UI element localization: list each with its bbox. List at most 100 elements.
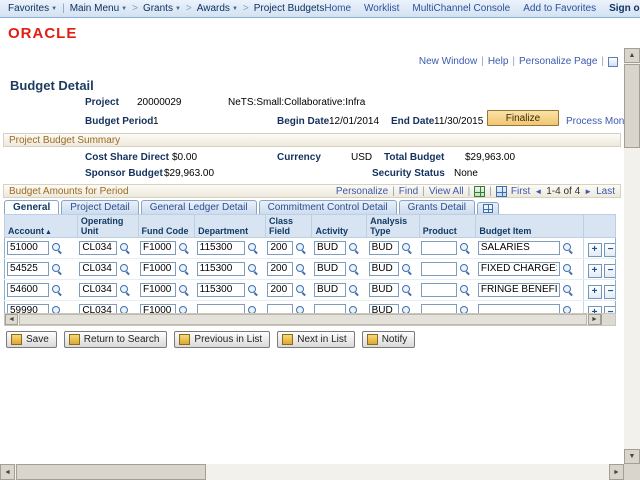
scroll-right-button[interactable]: ► xyxy=(609,464,624,480)
product-input[interactable] xyxy=(421,262,457,276)
grid-scroll-right-button[interactable]: ► xyxy=(588,314,601,325)
column-header-activity[interactable]: Activity xyxy=(312,215,367,238)
horizontal-scrollbar[interactable]: ◄ ► xyxy=(0,464,624,480)
tab-show-all-columns[interactable] xyxy=(477,202,499,214)
class-field-input[interactable] xyxy=(267,262,293,276)
add-row-button[interactable]: + xyxy=(588,243,602,257)
breadcrumb-item-project-budgets[interactable]: Project Budgets xyxy=(254,3,325,14)
lookup-icon[interactable] xyxy=(177,283,190,296)
department-input[interactable] xyxy=(197,262,245,276)
breadcrumb-item-grants[interactable]: Grants ▼ xyxy=(143,3,181,14)
lookup-icon[interactable] xyxy=(294,283,307,296)
breadcrumb-item-awards[interactable]: Awards ▼ xyxy=(197,3,238,14)
column-header-budget-item[interactable]: Budget Item xyxy=(476,215,583,238)
scroll-up-button[interactable]: ▲ xyxy=(624,48,640,63)
home-link[interactable]: Home xyxy=(324,3,351,14)
last-arrow-icon[interactable]: ► xyxy=(584,187,592,196)
lookup-icon[interactable] xyxy=(561,262,574,275)
lookup-icon[interactable] xyxy=(118,262,131,275)
lookup-icon[interactable] xyxy=(118,283,131,296)
fund-code-input[interactable] xyxy=(140,283,176,297)
fund-code-input[interactable] xyxy=(140,262,176,276)
previous-in-list-button[interactable]: Previous in List xyxy=(174,331,270,348)
lookup-icon[interactable] xyxy=(400,241,413,254)
operating-unit-input[interactable] xyxy=(79,241,117,255)
class-field-input[interactable] xyxy=(267,283,293,297)
department-input[interactable] xyxy=(197,241,245,255)
analysis-type-input[interactable] xyxy=(369,241,399,255)
lookup-icon[interactable] xyxy=(561,283,574,296)
department-input[interactable] xyxy=(197,283,245,297)
main-menu[interactable]: Main Menu ▼ xyxy=(70,3,127,14)
first-arrow-icon[interactable]: ◄ xyxy=(534,187,542,196)
add-to-favorites-link[interactable]: Add to Favorites xyxy=(523,3,596,14)
lookup-icon[interactable] xyxy=(458,283,471,296)
analysis-type-input[interactable] xyxy=(369,262,399,276)
operating-unit-input[interactable] xyxy=(79,262,117,276)
last-link[interactable]: Last xyxy=(596,186,615,197)
find-link[interactable]: Find xyxy=(399,186,418,197)
finalize-button[interactable]: Finalize xyxy=(487,110,559,126)
add-row-button[interactable]: + xyxy=(588,285,602,299)
activity-input[interactable] xyxy=(314,283,346,297)
lookup-icon[interactable] xyxy=(347,283,360,296)
tab-project-detail[interactable]: Project Detail xyxy=(61,200,138,214)
lookup-icon[interactable] xyxy=(458,262,471,275)
view-all-link[interactable]: View All xyxy=(429,186,464,197)
activity-input[interactable] xyxy=(314,241,346,255)
lookup-icon[interactable] xyxy=(294,241,307,254)
worklist-link[interactable]: Worklist xyxy=(364,3,399,14)
favorites-menu[interactable]: Favorites ▼ xyxy=(8,3,57,14)
return-to-search-button[interactable]: Return to Search xyxy=(64,331,168,348)
help-link[interactable]: Help xyxy=(488,56,509,67)
column-header-analysis-type[interactable]: Analysis Type xyxy=(367,215,420,238)
copy-url-icon[interactable] xyxy=(608,57,618,67)
horizontal-scroll-thumb[interactable] xyxy=(16,464,206,480)
remove-row-button[interactable]: − xyxy=(604,285,616,299)
download-icon[interactable] xyxy=(474,186,485,197)
grid-scroll-thumb[interactable] xyxy=(19,314,587,325)
account-input[interactable] xyxy=(7,241,49,255)
personalize-page-link[interactable]: Personalize Page xyxy=(519,56,597,67)
lookup-icon[interactable] xyxy=(50,283,63,296)
sign-out-link[interactable]: Sign out xyxy=(609,3,640,14)
scroll-down-button[interactable]: ▼ xyxy=(624,449,640,464)
column-header-account[interactable]: Account▲ xyxy=(5,215,78,238)
budget-item-input[interactable] xyxy=(478,283,560,297)
add-row-button[interactable]: + xyxy=(588,264,602,278)
lookup-icon[interactable] xyxy=(561,241,574,254)
zoom-grid-icon[interactable] xyxy=(496,186,507,197)
tab-commitment-control-detail[interactable]: Commitment Control Detail xyxy=(259,200,397,214)
account-input[interactable] xyxy=(7,262,49,276)
budget-item-input[interactable] xyxy=(478,241,560,255)
lookup-icon[interactable] xyxy=(347,241,360,254)
column-header-department[interactable]: Department xyxy=(195,215,266,238)
column-header-fund-code[interactable]: Fund Code xyxy=(138,215,195,238)
scroll-left-button[interactable]: ◄ xyxy=(0,464,15,480)
first-link[interactable]: First xyxy=(511,186,530,197)
operating-unit-input[interactable] xyxy=(79,283,117,297)
vertical-scrollbar[interactable]: ▲ ▼ xyxy=(624,48,640,464)
lookup-icon[interactable] xyxy=(177,241,190,254)
tab-grants-detail[interactable]: Grants Detail xyxy=(399,200,475,214)
vertical-scroll-thumb[interactable] xyxy=(624,64,640,148)
remove-row-button[interactable]: − xyxy=(604,264,616,278)
product-input[interactable] xyxy=(421,283,457,297)
column-header-class-field[interactable]: Class Field xyxy=(265,215,312,238)
lookup-icon[interactable] xyxy=(118,241,131,254)
remove-row-button[interactable]: − xyxy=(604,243,616,257)
multichannel-console-link[interactable]: MultiChannel Console xyxy=(412,3,510,14)
budget-item-input[interactable] xyxy=(478,262,560,276)
save-button[interactable]: Save xyxy=(6,331,57,348)
tab-general[interactable]: General xyxy=(4,200,59,214)
personalize-link[interactable]: Personalize xyxy=(336,186,388,197)
class-field-input[interactable] xyxy=(267,241,293,255)
notify-button[interactable]: Notify xyxy=(362,331,416,348)
new-window-link[interactable]: New Window xyxy=(419,56,477,67)
lookup-icon[interactable] xyxy=(50,241,63,254)
grid-scroll-left-button[interactable]: ◄ xyxy=(5,314,18,325)
account-input[interactable] xyxy=(7,283,49,297)
lookup-icon[interactable] xyxy=(246,262,259,275)
lookup-icon[interactable] xyxy=(246,241,259,254)
lookup-icon[interactable] xyxy=(400,262,413,275)
